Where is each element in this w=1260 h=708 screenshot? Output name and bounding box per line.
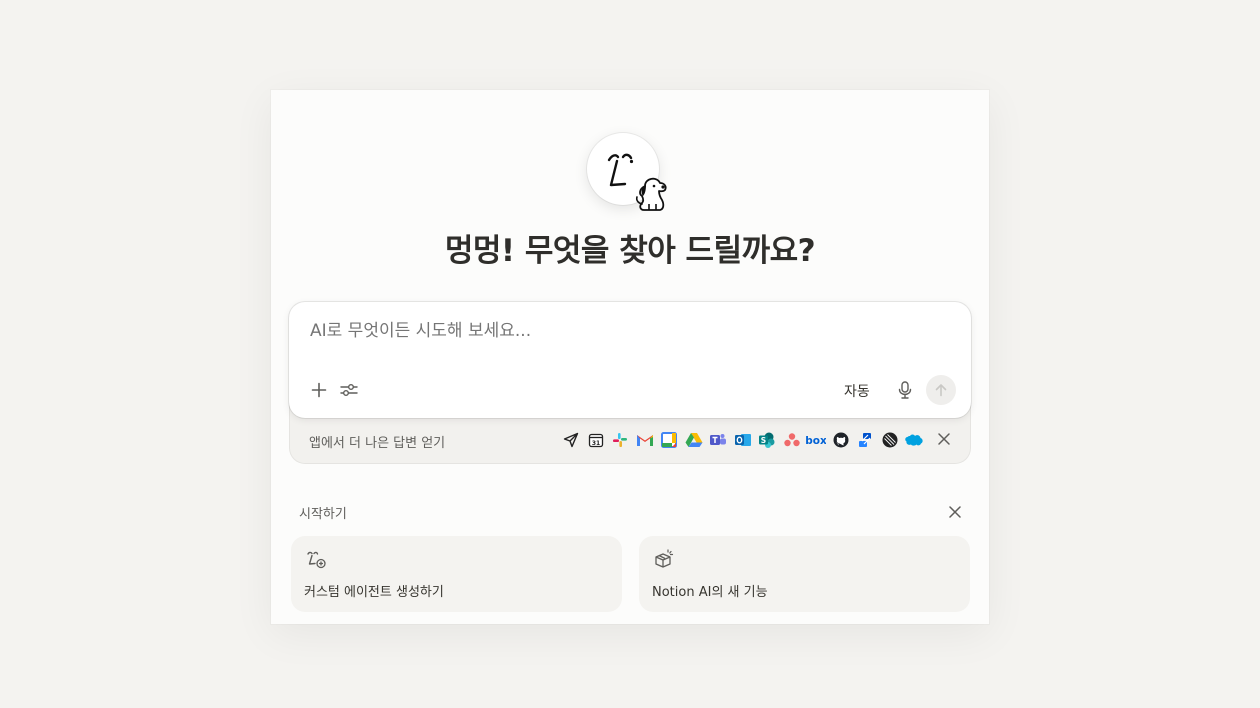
svg-text:box: box [806, 435, 826, 446]
create-custom-agent-card[interactable]: 커스텀 에이전트 생성하기 [291, 536, 622, 612]
google-drive-icon[interactable] [684, 430, 704, 450]
salesforce-icon[interactable] [904, 430, 924, 450]
teams-icon[interactable] [708, 430, 728, 450]
send-icon[interactable] [561, 430, 581, 450]
close-icon [938, 433, 950, 445]
page-title: 멍멍! 무엇을 찾아 드릴까요? [444, 233, 816, 269]
jira-icon[interactable] [855, 430, 875, 450]
sharepoint-icon[interactable]: S [757, 430, 777, 450]
github-icon[interactable] [831, 430, 851, 450]
card-label: 커스텀 에이전트 생성하기 [304, 585, 444, 600]
arrow-up-icon [935, 384, 947, 397]
gmail-icon[interactable] [635, 430, 655, 450]
microphone-icon [898, 381, 912, 399]
svg-text:31: 31 [591, 440, 599, 447]
apps-bar-close-button[interactable] [937, 431, 951, 450]
plus-icon [311, 382, 327, 398]
add-attachment-button[interactable] [309, 380, 329, 400]
settings-button[interactable] [339, 380, 359, 400]
getting-started-label: 시작하기 [299, 507, 347, 522]
gift-box-icon [655, 549, 674, 568]
apps-connect-label[interactable]: 앱에서 더 나은 답변 얻기 [309, 432, 445, 451]
getting-started-close-button[interactable] [948, 504, 962, 523]
box-icon[interactable]: box [806, 430, 826, 450]
google-calendar-icon[interactable] [659, 430, 679, 450]
outlook-icon[interactable] [733, 430, 753, 450]
linear-icon[interactable] [880, 430, 900, 450]
ai-prompt-input[interactable] [310, 321, 910, 341]
notion-ai-panel: 멍멍! 무엇을 찾아 드릴까요? 자동 [271, 90, 989, 624]
composer-container: 자동 앱에서 더 나은 답변 얻기 31 [289, 302, 971, 464]
whats-new-card[interactable]: Notion AI의 새 기능 [639, 536, 970, 612]
asana-icon[interactable] [782, 430, 802, 450]
app-integrations-row: 31 S box [561, 430, 924, 450]
sliders-icon [340, 384, 358, 396]
slack-icon[interactable] [610, 430, 630, 450]
mode-selector[interactable]: 자동 [844, 381, 870, 401]
close-icon [949, 506, 961, 518]
svg-text:S: S [761, 436, 766, 445]
dog-mascot-icon [635, 177, 667, 211]
calendar-icon[interactable]: 31 [586, 430, 606, 450]
voice-input-button[interactable] [895, 380, 915, 400]
card-label: Notion AI의 새 기능 [652, 585, 768, 600]
agent-plus-icon [307, 551, 326, 569]
ai-composer: 자동 [289, 302, 971, 418]
send-button[interactable] [926, 375, 956, 405]
